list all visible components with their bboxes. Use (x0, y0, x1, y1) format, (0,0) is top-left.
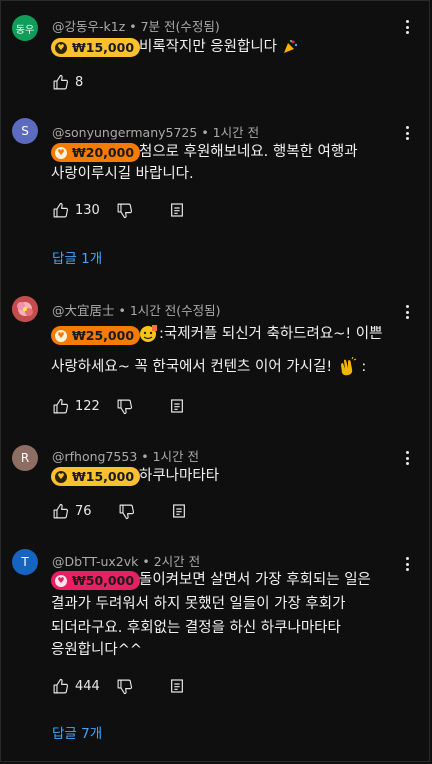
author-name[interactable]: @大宜居士 (52, 303, 115, 318)
super-thanks-coin-icon: ♥ (55, 329, 67, 342)
super-thanks-coin-icon: ♥ (55, 41, 67, 54)
avatar[interactable]: 동우 (12, 15, 38, 41)
comment-text: 사랑이루시길 바랍니다. (51, 166, 194, 182)
thumbs-up-icon[interactable] (52, 503, 69, 520)
thumbs-down-icon[interactable] (116, 678, 133, 695)
super-thanks-amount: ₩15,000 (72, 40, 135, 55)
like-count: 76 (75, 503, 92, 519)
thumbs-up-icon[interactable] (52, 74, 69, 91)
timestamp: 1시간 전(수정됨) (129, 303, 221, 318)
super-thanks-badge: ♥ ₩50,000 (51, 571, 141, 590)
reply-icon[interactable] (169, 202, 185, 218)
timestamp: 1시간 전 (212, 125, 260, 140)
super-thanks-badge: ♥ ₩15,000 (51, 467, 141, 486)
more-vert-icon[interactable] (406, 20, 410, 37)
super-thanks-badge: ♥ ₩25,000 (51, 326, 141, 345)
view-replies-link[interactable]: 답글 7개 (52, 722, 102, 742)
super-thanks-amount: ₩50,000 (72, 573, 135, 588)
comment-text: 응원합니다^^ (51, 642, 142, 658)
more-vert-icon[interactable] (406, 126, 410, 143)
comment-text: 사랑하세요~ 꼭 한국에서 컨텐츠 이어 가시길! : (51, 357, 367, 376)
comment-actions: 130 (52, 201, 185, 219)
author-name[interactable]: @강동우-k1z (52, 19, 125, 34)
reply-icon[interactable] (171, 503, 187, 519)
thumbs-down-icon[interactable] (116, 398, 133, 415)
avatar[interactable]: R (12, 445, 38, 471)
reply-icon[interactable] (169, 398, 185, 414)
author-name[interactable]: @sonyungermany5725 (52, 125, 197, 140)
comment-text: :국제커플 되신거 축하드려요~! 이쁜 (137, 322, 382, 347)
comment-meta: @강동우-k1z • 7분 전(수정됨) (52, 19, 220, 34)
party-popper-icon (283, 40, 297, 53)
timestamp: 1시간 전 (152, 449, 200, 464)
comment-text: 비록작지만 응원합니다 (139, 35, 298, 60)
comment-actions: 122 (52, 397, 185, 415)
comment-actions: 8 (52, 73, 83, 91)
comment-text: 하쿠나마타타 (139, 468, 220, 484)
like-count: 122 (75, 398, 100, 414)
timestamp: 7분 전(수정됨) (140, 19, 220, 34)
super-thanks-badge: ♥ ₩20,000 (51, 143, 141, 162)
super-thanks-amount: ₩25,000 (72, 328, 135, 343)
comment-actions: 444 (52, 677, 185, 695)
super-thanks-badge: ♥ ₩15,000 (51, 38, 141, 57)
author-name[interactable]: @DbTT-ux2vk (52, 554, 138, 569)
reply-icon[interactable] (169, 678, 185, 694)
flower-avatar-icon (12, 296, 38, 322)
avatar[interactable] (12, 296, 38, 322)
comment-actions: 76 (52, 502, 187, 520)
comment-text: 결과가 두려워서 하지 못했던 일들이 가장 후회가 (51, 596, 346, 612)
avatar[interactable]: T (12, 549, 38, 575)
like-count: 8 (75, 74, 84, 90)
comment-meta: @sonyungermany5725 • 1시간 전 (52, 125, 260, 140)
thumbs-up-icon[interactable] (52, 202, 69, 219)
timestamp: 2시간 전 (153, 554, 201, 569)
thumbs-down-icon[interactable] (118, 503, 135, 520)
clapping-hands-icon (340, 357, 356, 376)
comment-meta: @rfhong7553 • 1시간 전 (52, 449, 200, 464)
thumbs-up-icon[interactable] (52, 398, 69, 415)
more-vert-icon[interactable] (406, 451, 410, 468)
thumbs-up-icon[interactable] (52, 678, 69, 695)
thumbs-down-icon[interactable] (116, 202, 133, 219)
more-vert-icon[interactable] (406, 557, 410, 574)
avatar[interactable]: S (12, 118, 38, 144)
comment-meta: @大宜居士 • 1시간 전(수정됨) (52, 303, 221, 318)
more-vert-icon[interactable] (406, 305, 410, 322)
like-count: 130 (75, 202, 100, 218)
sticker-emoji-icon (140, 325, 157, 342)
super-thanks-amount: ₩15,000 (72, 469, 135, 484)
like-count: 444 (75, 678, 100, 694)
super-thanks-coin-icon: ♥ (55, 574, 67, 587)
super-thanks-coin-icon: ♥ (55, 470, 67, 483)
view-replies-link[interactable]: 답글 1개 (52, 247, 102, 267)
super-thanks-coin-icon: ♥ (55, 146, 67, 159)
super-thanks-amount: ₩20,000 (72, 145, 135, 160)
comment-text: 돌이켜보면 살면서 가장 후회되는 일은 (139, 572, 371, 588)
author-name[interactable]: @rfhong7553 (52, 449, 137, 464)
